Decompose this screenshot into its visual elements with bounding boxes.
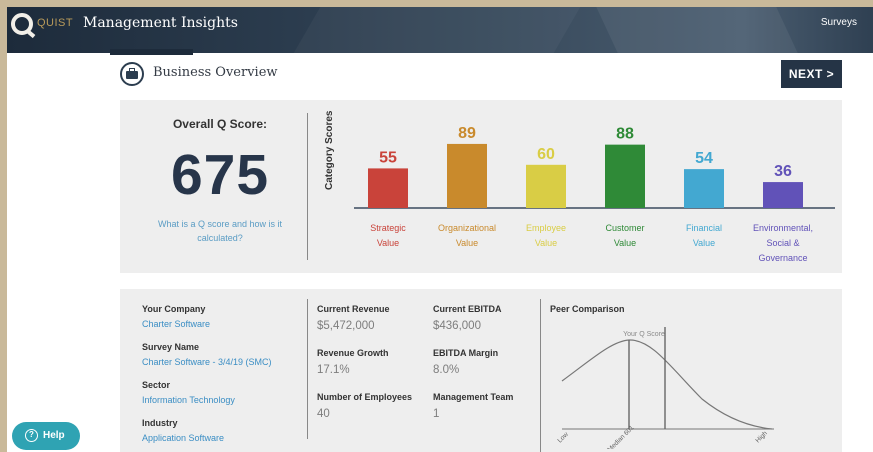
employees-label: Number of Employees xyxy=(317,392,413,402)
axis-high-label: High xyxy=(754,430,769,445)
header-decoration xyxy=(596,7,798,53)
category-label: Strategic xyxy=(370,223,406,233)
management-team-value: 1 xyxy=(433,408,440,420)
score-help-line[interactable]: calculated? xyxy=(153,231,287,245)
bar-4 xyxy=(684,169,724,208)
peer-comparison-chart: Your Q Score Low Median 601 High xyxy=(556,327,774,449)
page-title: Business Overview xyxy=(153,65,278,80)
category-label: Value xyxy=(535,238,557,248)
score-help-line[interactable]: What is a Q score and how is it xyxy=(153,217,287,231)
app-frame: QUIST Management Insights Surveys Busine… xyxy=(7,7,873,452)
briefcase-icon xyxy=(120,62,144,86)
axis-median-label: Median 601 xyxy=(606,424,635,449)
sector-label: Sector xyxy=(142,380,171,390)
your-company-value[interactable]: Charter Software xyxy=(142,319,210,329)
category-label: Value xyxy=(377,238,399,248)
bar-value-label: 55 xyxy=(379,149,397,166)
employees-value: 40 xyxy=(317,408,330,420)
category-label: Value xyxy=(614,238,636,248)
header-decoration xyxy=(293,7,581,53)
revenue-growth-label: Revenue Growth xyxy=(317,348,389,358)
category-label: Financial xyxy=(686,223,722,233)
category-label: Organizational xyxy=(438,223,496,233)
axis-low-label: Low xyxy=(556,431,570,445)
current-revenue-label: Current Revenue xyxy=(317,304,390,314)
your-company-label: Your Company xyxy=(142,304,206,314)
quist-logo-icon[interactable] xyxy=(11,13,33,35)
bar-value-label: 36 xyxy=(774,163,792,180)
bar-3 xyxy=(605,144,645,208)
category-label: Social & xyxy=(766,238,799,248)
top-navigation-bar: QUIST Management Insights Surveys xyxy=(7,7,873,53)
current-ebitda-value: $436,000 xyxy=(433,320,481,332)
category-label: Value xyxy=(456,238,478,248)
management-team-label: Management Team xyxy=(433,392,514,402)
category-label: Value xyxy=(693,238,715,248)
surveys-nav-link[interactable]: Surveys xyxy=(821,17,857,28)
panel-divider xyxy=(540,299,541,452)
peer-distribution-curve xyxy=(561,339,773,430)
survey-name-value[interactable]: Charter Software - 3/4/19 (SMC) xyxy=(142,357,272,367)
score-help-link[interactable]: What is a Q score and how is it calculat… xyxy=(153,217,287,245)
panel-divider xyxy=(307,299,308,439)
industry-label: Industry xyxy=(142,418,178,428)
ebitda-margin-value: 8.0% xyxy=(433,364,460,376)
bar-value-label: 54 xyxy=(695,150,713,167)
score-panel: Overall Q Score: 675 What is a Q score a… xyxy=(120,100,842,273)
overall-score-title: Overall Q Score: xyxy=(172,117,268,131)
your-score-label: Your Q Score xyxy=(623,331,665,338)
bar-value-label: 89 xyxy=(458,125,476,142)
logo-text[interactable]: QUIST xyxy=(37,17,73,29)
survey-name-label: Survey Name xyxy=(142,342,200,352)
category-scores-chart: 55 Strategic Value 89 Organizational Value 60 E… xyxy=(354,125,835,263)
bar-5 xyxy=(763,182,803,208)
current-revenue-value: $5,472,000 xyxy=(317,320,375,332)
question-circle-icon[interactable]: ? xyxy=(25,429,38,442)
overall-score-value: 675 xyxy=(170,143,270,207)
help-button[interactable]: ? Help xyxy=(12,422,80,450)
bar-1 xyxy=(447,143,487,208)
app-title[interactable]: Management Insights xyxy=(83,15,238,31)
bar-value-label: 88 xyxy=(616,126,634,143)
peer-comparison-title: Peer Comparison xyxy=(550,304,625,314)
category-label: Governance xyxy=(758,253,807,263)
category-label: Environmental, xyxy=(753,223,813,233)
chart-y-axis-label: Category Scores xyxy=(324,110,335,190)
bar-2 xyxy=(526,164,566,208)
help-label[interactable]: Help xyxy=(43,430,65,441)
ebitda-margin-label: EBITDA Margin xyxy=(433,348,499,358)
category-label: Customer xyxy=(605,223,644,233)
next-button[interactable]: NEXT > xyxy=(781,60,842,88)
company-info-panel: Your Company Charter Software Survey Nam… xyxy=(120,289,842,452)
sector-value[interactable]: Information Technology xyxy=(142,395,235,405)
bar-0 xyxy=(368,168,408,208)
bar-value-label: 60 xyxy=(537,146,555,163)
category-label: Employee xyxy=(526,223,566,233)
panel-divider xyxy=(307,113,308,260)
current-ebitda-label: Current EBITDA xyxy=(433,304,502,314)
active-tab-indicator xyxy=(110,49,193,55)
revenue-growth-value: 17.1% xyxy=(317,364,350,376)
briefcase-body xyxy=(126,71,138,79)
industry-value[interactable]: Application Software xyxy=(142,433,224,443)
